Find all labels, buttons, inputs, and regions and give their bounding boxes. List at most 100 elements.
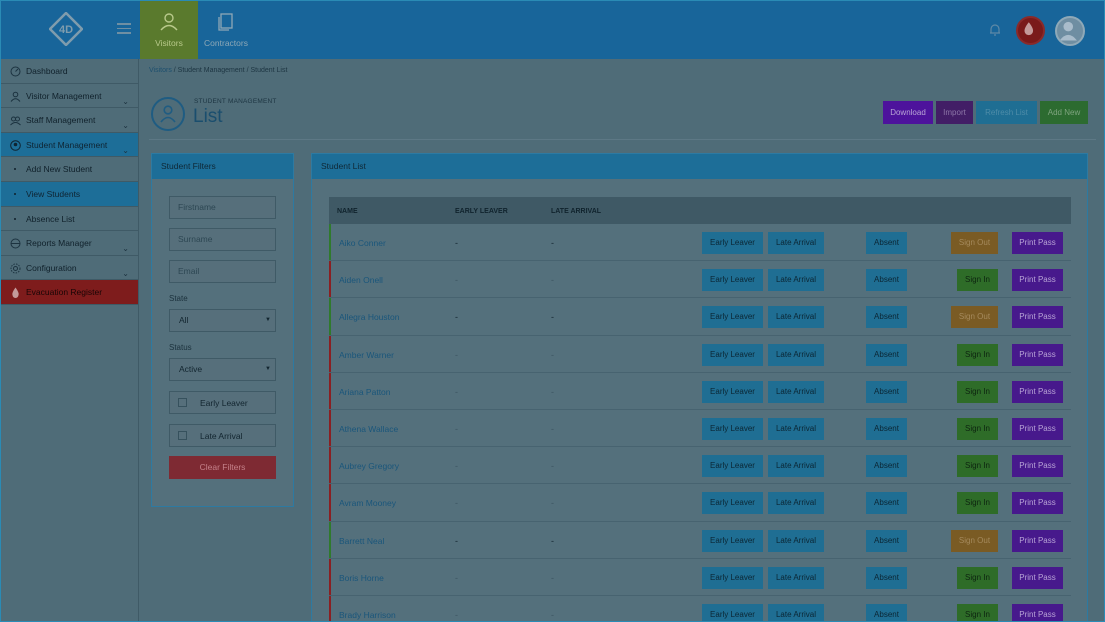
absent-button[interactable]: Absent xyxy=(866,417,907,440)
late-arrival-button[interactable]: Late Arrival xyxy=(768,343,824,366)
add-new-button[interactable]: Add New xyxy=(1040,101,1088,124)
print-pass-button[interactable]: Print Pass xyxy=(1012,455,1063,478)
early-leaver-button[interactable]: Early Leaver xyxy=(702,603,763,621)
early-leaver-checkbox[interactable]: Early Leaver xyxy=(169,391,276,414)
clear-filters-button[interactable]: Clear Filters xyxy=(169,456,276,479)
sign-in-button[interactable]: Sign In xyxy=(957,603,998,621)
late-arrival-button[interactable]: Late Arrival xyxy=(768,566,824,589)
sidebar-item-configuration[interactable]: Configuration ⌄ xyxy=(1,256,138,281)
print-pass-button[interactable]: Print Pass xyxy=(1012,492,1063,515)
student-name-link[interactable]: Allegra Houston xyxy=(339,312,399,322)
early-leaver-button[interactable]: Early Leaver xyxy=(702,529,763,552)
early-leaver-button[interactable]: Early Leaver xyxy=(702,306,763,329)
student-name-link[interactable]: Boris Horne xyxy=(339,573,384,583)
late-arrival-button[interactable]: Late Arrival xyxy=(768,306,824,329)
absent-button[interactable]: Absent xyxy=(866,232,907,254)
sidebar-item-staff-management[interactable]: Staff Management ⌄ xyxy=(1,108,138,133)
sign-in-button[interactable]: Sign In xyxy=(957,417,998,440)
late-arrival-button[interactable]: Late Arrival xyxy=(768,492,824,515)
email-field[interactable]: Email xyxy=(169,260,276,283)
sign-in-button[interactable]: Sign In xyxy=(957,492,998,515)
firstname-field[interactable]: Firstname xyxy=(169,196,276,219)
tab-contractors[interactable]: Contractors xyxy=(197,1,255,59)
late-arrival-button[interactable]: Late Arrival xyxy=(768,603,824,621)
sidebar-item-reports-manager[interactable]: Reports Manager ⌄ xyxy=(1,231,138,256)
absent-button[interactable]: Absent xyxy=(866,306,907,329)
late-arrival-button[interactable]: Late Arrival xyxy=(768,529,824,552)
early-leaver-button[interactable]: Early Leaver xyxy=(702,492,763,515)
absent-button[interactable]: Absent xyxy=(866,269,907,292)
download-button[interactable]: Download xyxy=(883,101,933,124)
print-pass-button[interactable]: Print Pass xyxy=(1012,343,1063,366)
sign-in-button[interactable]: Sign In xyxy=(957,269,998,292)
breadcrumb-visitors[interactable]: Visitors xyxy=(149,67,172,74)
student-name-link[interactable]: Aiko Conner xyxy=(339,238,386,248)
absent-button[interactable]: Absent xyxy=(866,529,907,552)
student-name-link[interactable]: Amber Warner xyxy=(339,350,394,360)
sign-in-button[interactable]: Sign In xyxy=(957,343,998,366)
absent-button[interactable]: Absent xyxy=(866,492,907,515)
absent-button[interactable]: Absent xyxy=(866,380,907,403)
sign-in-button[interactable]: Sign In xyxy=(957,380,998,403)
sign-in-button[interactable]: Sign In xyxy=(957,566,998,589)
sidebar-item-view-students[interactable]: View Students xyxy=(1,181,138,207)
sign-in-button[interactable]: Sign In xyxy=(957,455,998,478)
late-arrival-button[interactable]: Late Arrival xyxy=(768,380,824,403)
early-leaver-button[interactable]: Early Leaver xyxy=(702,380,763,403)
early-leaver-button[interactable]: Early Leaver xyxy=(702,269,763,292)
early-leaver-button[interactable]: Early Leaver xyxy=(702,455,763,478)
tab-visitors[interactable]: Visitors xyxy=(140,1,198,59)
evacuation-alert-button[interactable] xyxy=(1016,16,1045,45)
state-select[interactable]: All ▼ xyxy=(169,309,276,332)
column-header-name[interactable]: NAME xyxy=(337,208,358,215)
student-name-link[interactable]: Aubrey Gregory xyxy=(339,461,399,471)
print-pass-button[interactable]: Print Pass xyxy=(1012,306,1063,329)
absent-button[interactable]: Absent xyxy=(866,343,907,366)
sign-out-button[interactable]: Sign Out xyxy=(951,306,998,329)
sign-out-button[interactable]: Sign Out xyxy=(951,529,998,552)
early-leaver-button[interactable]: Early Leaver xyxy=(702,566,763,589)
status-select[interactable]: Active ▼ xyxy=(169,358,276,381)
print-pass-button[interactable]: Print Pass xyxy=(1012,232,1063,254)
sidebar-item-add-new-student[interactable]: Add New Student xyxy=(1,157,138,182)
early-leaver-button[interactable]: Early Leaver xyxy=(702,232,763,254)
menu-toggle-icon[interactable] xyxy=(117,23,131,35)
user-avatar[interactable] xyxy=(1055,16,1085,46)
print-pass-button[interactable]: Print Pass xyxy=(1012,269,1063,292)
student-name-link[interactable]: Ariana Patton xyxy=(339,387,391,397)
column-header-late-arrival[interactable]: LATE ARRIVAL xyxy=(551,208,601,215)
absent-button[interactable]: Absent xyxy=(866,566,907,589)
logo-4d-icon[interactable]: 4D xyxy=(49,12,83,46)
late-arrival-button[interactable]: Late Arrival xyxy=(768,269,824,292)
import-button[interactable]: Import xyxy=(936,101,973,124)
sidebar-item-absence-list[interactable]: Absence List xyxy=(1,207,138,232)
print-pass-button[interactable]: Print Pass xyxy=(1012,529,1063,552)
absent-button[interactable]: Absent xyxy=(866,603,907,621)
print-pass-button[interactable]: Print Pass xyxy=(1012,566,1063,589)
refresh-list-button[interactable]: Refresh List xyxy=(976,101,1037,124)
sidebar-item-student-management[interactable]: Student Management ⌄ xyxy=(1,132,138,158)
surname-field[interactable]: Surname xyxy=(169,228,276,251)
student-name-link[interactable]: Aiden Onell xyxy=(339,275,383,285)
sidebar-item-dashboard[interactable]: Dashboard xyxy=(1,59,138,84)
column-header-early-leaver[interactable]: EARLY LEAVER xyxy=(455,208,508,215)
late-arrival-button[interactable]: Late Arrival xyxy=(768,417,824,440)
sidebar-item-evacuation-register[interactable]: Evacuation Register xyxy=(1,280,138,305)
sign-out-button[interactable]: Sign Out xyxy=(951,232,998,254)
notification-bell-icon[interactable] xyxy=(988,23,1002,37)
late-arrival-button[interactable]: Late Arrival xyxy=(768,232,824,254)
late-arrival-checkbox[interactable]: Late Arrival xyxy=(169,424,276,447)
absent-button[interactable]: Absent xyxy=(866,455,907,478)
early-leaver-button[interactable]: Early Leaver xyxy=(702,417,763,440)
early-leaver-button[interactable]: Early Leaver xyxy=(702,343,763,366)
student-name-link[interactable]: Brady Harrison xyxy=(339,610,396,620)
print-pass-button[interactable]: Print Pass xyxy=(1012,417,1063,440)
student-name-link[interactable]: Barrett Neal xyxy=(339,536,384,546)
student-name-link[interactable]: Avram Mooney xyxy=(339,498,396,508)
late-arrival-button[interactable]: Late Arrival xyxy=(768,455,824,478)
sidebar-item-visitor-management[interactable]: Visitor Management ⌄ xyxy=(1,84,138,109)
breadcrumb-student-management[interactable]: Student Management xyxy=(178,67,245,74)
print-pass-button[interactable]: Print Pass xyxy=(1012,380,1063,403)
print-pass-button[interactable]: Print Pass xyxy=(1012,603,1063,621)
student-name-link[interactable]: Athena Wallace xyxy=(339,424,398,434)
